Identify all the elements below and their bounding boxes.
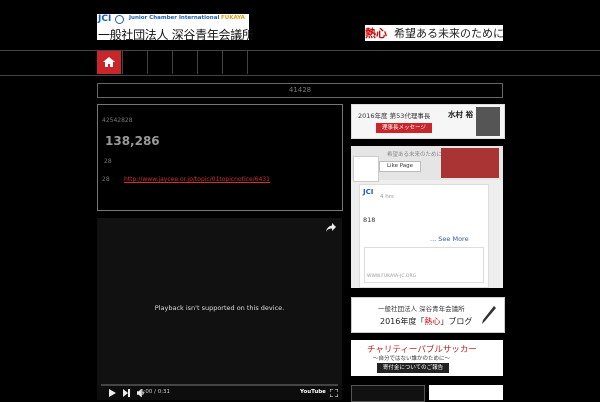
fb-see-more[interactable]: ... See More — [430, 235, 469, 243]
nav-item-1[interactable] — [122, 51, 148, 74]
facebook-widget: 希望ある未来のために Like Page JCI 4 hrs 818 ... S… — [351, 146, 503, 288]
fb-post-card: JCI 4 hrs 818 ... See More WWW.FUKAYA-JC… — [359, 184, 489, 288]
share-icon[interactable] — [326, 223, 336, 232]
blog-title: 2016年度「熱心」ブログ — [380, 316, 472, 327]
site-logo[interactable]: JCI Junior Chamber International FUKAYA … — [97, 14, 254, 42]
fb-link-preview[interactable]: WWW.FUKAYA-JC.ORG — [364, 247, 484, 283]
chair-message-button[interactable]: 理事長メッセージ — [376, 123, 432, 133]
fb-post-time: 4 hrs — [380, 194, 394, 200]
post-id-line: 42542828 — [102, 117, 133, 124]
fb-like-button[interactable]: Like Page — [379, 161, 421, 172]
chair-year: 2016年度 第53代理事長 — [358, 112, 431, 120]
nav-item-3[interactable] — [172, 51, 198, 74]
blog-title-b: 」ブログ — [440, 317, 473, 326]
video-controls: 0:00 / 0:31 YouTube — [97, 386, 342, 400]
fullscreen-icon[interactable] — [330, 389, 338, 397]
next-icon[interactable] — [123, 389, 130, 397]
main-nav — [0, 50, 600, 76]
charity-report-button[interactable]: 寄付金についてのご報告 — [377, 363, 449, 373]
play-icon[interactable] — [109, 389, 116, 397]
post-line-a: 28 — [104, 158, 112, 165]
blog-org-name: 一般社団法人 深谷青年会議所 — [378, 305, 465, 313]
blog-title-red: 熱心 — [424, 317, 441, 326]
post-link[interactable]: http://www.jaycee.or.jp/topic/01topicnot… — [124, 176, 270, 183]
blog-title-a: 2016年度「 — [380, 317, 425, 326]
logo-region: FUKAYA — [221, 15, 245, 21]
slogan-text: 希望ある未来のために — [394, 27, 503, 40]
fb-post-text: 818 — [363, 216, 376, 224]
fb-cover-image — [441, 148, 499, 178]
youtube-logo[interactable]: YouTube — [300, 389, 326, 395]
nav-item-2[interactable] — [147, 51, 173, 74]
video-message: Playback isn't supported on this device. — [154, 304, 285, 312]
logo-jci-text: JCI — [98, 14, 112, 24]
nav-divider — [247, 51, 248, 74]
nav-item-5[interactable] — [222, 51, 248, 74]
logo-org-english: Junior Chamber International — [129, 15, 220, 21]
post-count: 138,286 — [105, 134, 160, 148]
slogan-highlight: 熱心 — [365, 27, 387, 40]
breadcrumb: 41428 — [97, 83, 503, 98]
pen-icon — [482, 306, 496, 324]
nav-item-4[interactable] — [197, 51, 223, 74]
header-slogan: 熱心 希望ある未来のために — [365, 25, 503, 41]
bottom-banner-left[interactable] — [351, 385, 425, 402]
post-line-b: 28 — [102, 176, 110, 183]
logo-org-name: 一般社団法人 深谷青年会議所 — [98, 28, 254, 42]
bottom-banner-right[interactable] — [429, 385, 503, 400]
video-time: 0:00 / 0:31 — [140, 389, 171, 395]
logo-pin-icon — [115, 15, 124, 24]
charity-subtitle: 〜自分ではない誰かのために〜 — [373, 356, 451, 362]
charity-banner[interactable]: チャリティーパブルサッカー 〜自分ではない誰かのために〜 寄付金についてのご報告 — [351, 340, 503, 376]
chair-photo — [476, 107, 500, 136]
nav-home-button[interactable] — [97, 51, 121, 74]
fb-page-avatar — [353, 156, 379, 182]
fb-link-url: WWW.FUKAYA-JC.ORG — [367, 274, 417, 279]
chair-name: 水村 裕 — [448, 110, 474, 119]
fb-cover-slogan: 希望ある未来のために — [387, 152, 443, 158]
chair-banner[interactable]: 2016年度 第53代理事長 水村 裕 理事長メッセージ — [351, 104, 505, 139]
home-icon — [103, 57, 115, 67]
post-box: 42542828 138,286 28 28 http://www.jaycee… — [97, 104, 343, 211]
blog-banner[interactable]: 一般社団法人 深谷青年会議所 2016年度「熱心」ブログ — [351, 297, 505, 333]
fb-post-logo: JCI — [363, 188, 374, 196]
video-player[interactable]: Playback isn't supported on this device.… — [97, 218, 342, 400]
